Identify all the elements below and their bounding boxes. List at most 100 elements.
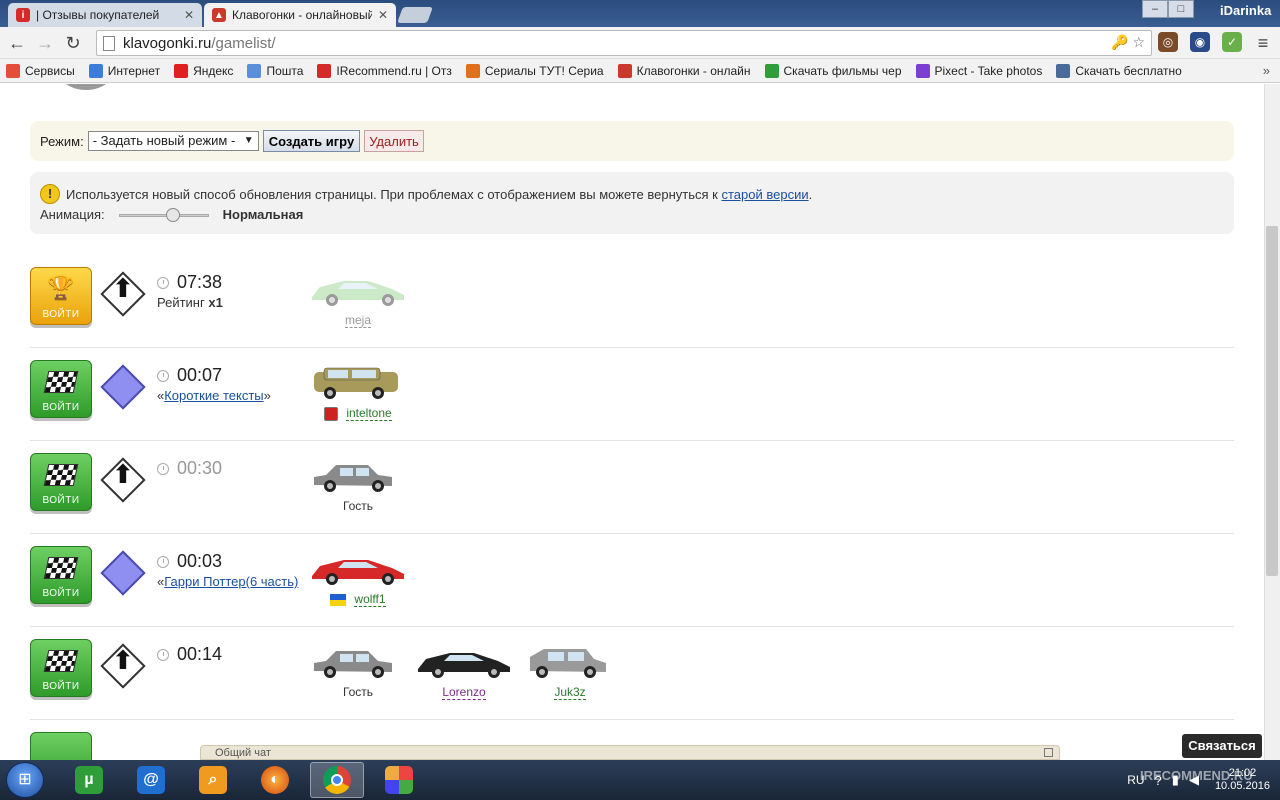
close-icon[interactable]: ✕ (378, 8, 388, 22)
apps-task[interactable] (372, 762, 426, 798)
instagram-icon[interactable]: ◎ (1158, 32, 1178, 52)
player-nick[interactable]: inteltone (346, 406, 392, 421)
enter-button[interactable]: ВОЙТИ (30, 639, 92, 697)
vocabulary-link[interactable]: Гарри Поттер(6 часть) (164, 574, 298, 589)
trophy-icon: 🏆 (47, 275, 75, 300)
game-timer: 07:38 (177, 272, 223, 292)
player-nick[interactable]: Juk3z (554, 685, 586, 700)
mode-vocabulary-icon (98, 548, 146, 596)
enter-emblem (31, 553, 91, 586)
watermark: IRECOMMEND.RU (1140, 768, 1253, 783)
maximize-icon[interactable]: □ (1168, 0, 1194, 18)
animation-slider[interactable] (118, 207, 209, 222)
camera-icon[interactable]: ◉ (1190, 32, 1210, 52)
key-star-icons[interactable]: 🔑 ☆ (1111, 34, 1145, 51)
car-image (314, 367, 398, 399)
bookmark-item[interactable]: Pixect - Take photos (915, 63, 1042, 78)
bookmark-item[interactable]: Яндекс (174, 63, 233, 78)
expand-icon[interactable] (1044, 748, 1053, 757)
firefox-task[interactable]: ◐ (248, 762, 302, 798)
tab-reviews[interactable]: i | Отзывы покупателей ✕ (8, 3, 202, 27)
player[interactable]: inteltone (308, 366, 408, 421)
slider-knob[interactable] (165, 207, 180, 222)
chrome-task[interactable] (310, 762, 364, 798)
reload-icon[interactable]: ↻ (62, 32, 84, 54)
animation-value: Нормальная (222, 207, 304, 222)
page-icon (103, 35, 115, 51)
bookmark-item[interactable]: Сериалы ТУТ! Сериа (465, 63, 604, 78)
bookmark-item[interactable]: Пошта (247, 63, 303, 78)
chat-bar[interactable]: Общий чат (200, 745, 1060, 760)
bookmark-item[interactable]: Сервисы (6, 63, 75, 78)
enter-button[interactable]: ВОЙТИ (30, 360, 92, 418)
mail-icon: @ (137, 766, 165, 794)
enter-label: ВОЙТИ (42, 495, 80, 506)
player-nick[interactable]: Гость (343, 685, 373, 699)
game-subtitle: «Короткие тексты» (157, 388, 271, 403)
enter-button[interactable]: 🏆 ВОЙТИ (30, 267, 92, 325)
player-nick[interactable]: wolff1 (354, 592, 386, 607)
bookmark-label: IRecommend.ru | Отз (336, 63, 452, 78)
url-domain: klavogonki.ru (123, 34, 212, 52)
old-version-link[interactable]: старой версии (722, 187, 809, 202)
car-icon: ▲ (212, 8, 226, 22)
bookmark-item[interactable]: IRecommend.ru | Отз (317, 63, 452, 78)
player[interactable]: Гость (308, 645, 408, 699)
mode-label: Режим: (40, 133, 84, 149)
bookmark-icon (764, 63, 779, 78)
forward-icon[interactable]: → (34, 32, 56, 54)
checkered-flag-icon (43, 650, 79, 672)
close-icon[interactable]: ✕ (184, 8, 194, 22)
player[interactable]: Juk3z (520, 645, 620, 700)
bookmark-icon (6, 63, 20, 78)
enter-button[interactable]: ВОЙТИ (30, 453, 92, 511)
player[interactable]: meja (308, 273, 408, 328)
contact-button[interactable]: Связаться (1182, 734, 1262, 758)
enter-button[interactable] (30, 732, 92, 760)
start-button[interactable]: ⊞ (6, 762, 44, 798)
scrollbar-thumb[interactable] (1266, 226, 1278, 576)
bookmark-item[interactable]: Скачать фильмы чер (764, 63, 902, 78)
mode-normal-icon: ⬆ (98, 641, 146, 689)
mode-vocabulary-icon (98, 362, 146, 410)
enter-button[interactable]: ВОЙТИ (30, 546, 92, 604)
more-bookmarks-icon[interactable]: » (1263, 63, 1270, 78)
address-bar[interactable]: klavogonki.ru /gamelist/ 🔑 ☆ (96, 30, 1152, 56)
window-controls: – □ (1142, 0, 1194, 18)
vocabulary-link[interactable]: Короткие тексты (164, 388, 263, 403)
create-game-button[interactable]: Создать игру (262, 130, 361, 152)
minimize-icon[interactable]: – (1142, 0, 1168, 18)
mode-normal-icon: ⬆ (98, 269, 146, 317)
window-brand: iDarinka (1220, 3, 1272, 18)
bookmark-item[interactable]: Интернет (88, 63, 160, 78)
back-icon[interactable]: ← (6, 32, 28, 54)
delete-button[interactable]: Удалить (364, 130, 424, 152)
tab-klavogonki[interactable]: ▲ Клавогонки - онлайновый ✕ (204, 3, 396, 27)
checkered-flag-icon (43, 557, 79, 579)
browser-toolbar: ← → ↻ klavogonki.ru /gamelist/ 🔑 ☆ ◎ ◉ ✓… (0, 27, 1280, 59)
player[interactable]: Гость (308, 459, 408, 513)
clock-icon (157, 462, 169, 475)
search-task[interactable]: ⌕ (186, 762, 240, 798)
notice-suffix: . (808, 186, 813, 202)
game-timer: 00:03 (177, 551, 223, 571)
player-nick[interactable]: Гость (343, 499, 373, 513)
bookmark-item[interactable]: Скачать бесплатно (1056, 63, 1182, 78)
checkered-flag-icon (43, 371, 79, 393)
player[interactable]: wolff1 (308, 552, 408, 607)
bookmark-item[interactable]: Клавогонки - онлайн (617, 63, 751, 78)
utorrent-task[interactable]: µ (62, 762, 116, 798)
clock-icon (157, 555, 169, 568)
new-tab-button[interactable] (397, 7, 433, 23)
mode-select[interactable]: - Задать новый режим - ▼ (87, 131, 259, 151)
menu-icon[interactable]: ≡ (1252, 32, 1274, 54)
checkered-flag-icon (43, 464, 79, 486)
extension-icon[interactable]: ✓ (1222, 32, 1242, 52)
player-nick[interactable]: meja (344, 313, 371, 328)
mail-task[interactable]: @ (124, 762, 178, 798)
player-flag-icon (324, 406, 339, 421)
bookmark-icon (317, 63, 332, 78)
warning-icon: ! (40, 184, 60, 204)
player-nick[interactable]: Lorenzo (442, 685, 486, 700)
player[interactable]: Lorenzo (414, 645, 514, 700)
